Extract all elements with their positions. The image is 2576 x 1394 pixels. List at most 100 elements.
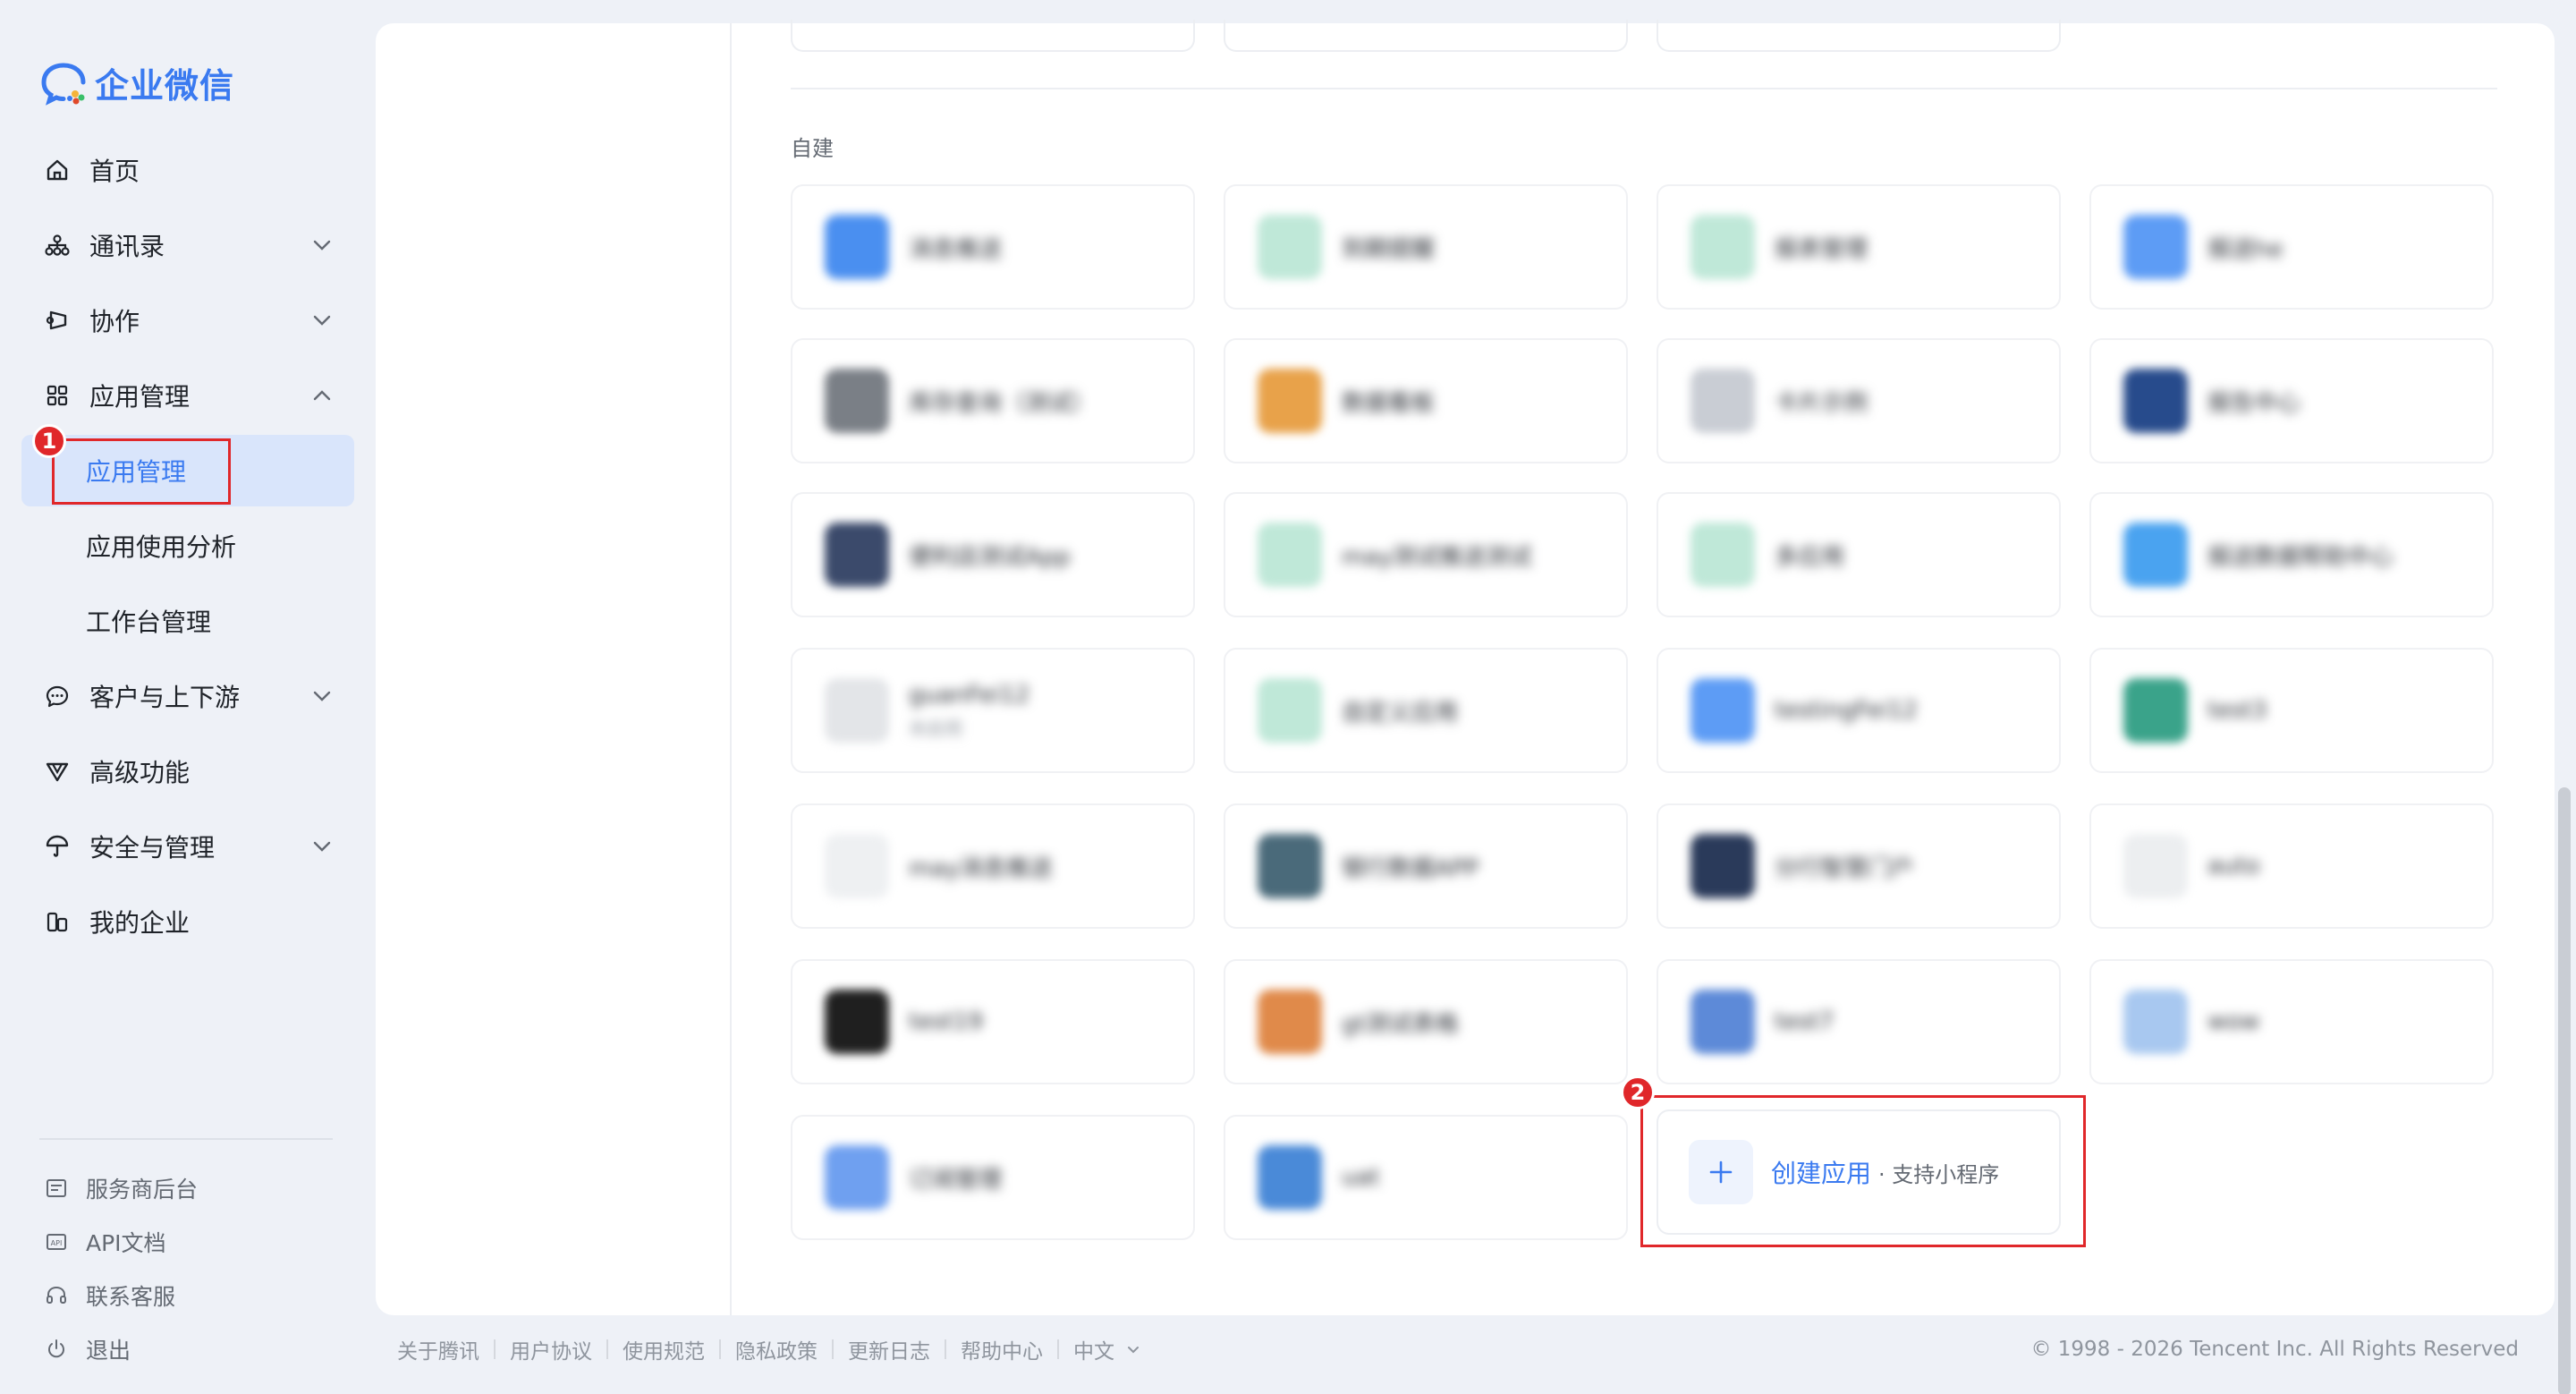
- footer-separator: [719, 1339, 721, 1359]
- power-icon: [43, 1336, 70, 1363]
- app-name: 报送he: [2207, 231, 2283, 264]
- footer-link[interactable]: 隐私政策: [735, 1334, 818, 1364]
- app-card[interactable]: 订阅管理: [791, 1115, 1195, 1240]
- app-card[interactable]: 银行数据APP: [1224, 803, 1628, 929]
- app-name: auto: [2207, 853, 2260, 880]
- app-icon: [1258, 678, 1322, 743]
- app-icon: [825, 990, 889, 1054]
- footer-link[interactable]: 使用规范: [623, 1334, 705, 1364]
- sidebar-item-app-management[interactable]: 应用管理: [21, 360, 354, 431]
- app-icon: [825, 523, 889, 587]
- app-name-text: testingFei12: [1775, 697, 1918, 724]
- sidebar-item-collab[interactable]: 协作: [21, 285, 354, 356]
- app-card[interactable]: auto: [2089, 803, 2494, 929]
- app-card[interactable]: 报送he: [2089, 184, 2494, 310]
- app-icon: [825, 678, 889, 743]
- app-name: 分行智慧门户: [1775, 850, 1914, 883]
- sidebar-subitem-workbench-management[interactable]: 工作台管理: [21, 585, 354, 657]
- app-card[interactable]: may测试推送测试: [1224, 492, 1628, 617]
- app-card[interactable]: 库存查询（测试）: [791, 338, 1195, 463]
- app-icon: [2123, 834, 2188, 898]
- app-name: 便利店测试App: [909, 539, 1071, 572]
- sidebar-item-label: 应用管理: [89, 382, 191, 412]
- app-card[interactable]: test3: [2089, 648, 2494, 773]
- language-selector[interactable]: 中文: [1073, 1334, 1114, 1364]
- sidebar: 企业微信 首页 通讯录 协作 应用管理 应用管理 应用使用分析 工作台管理 客户…: [0, 0, 376, 1394]
- sidebar-link-logout[interactable]: 退出: [21, 1322, 354, 1376]
- sidebar-link-customer-service[interactable]: 联系客服: [21, 1269, 354, 1322]
- app-name: 报表管理: [1775, 231, 1868, 264]
- app-icon: [825, 215, 889, 279]
- app-card-partial[interactable]: [791, 20, 1195, 52]
- app-card[interactable]: 报送数据帮助中心: [2089, 492, 2494, 617]
- app-name-text: may测试推送测试: [1342, 543, 1532, 571]
- home-icon: [43, 156, 72, 184]
- app-name-text: test3: [2207, 697, 2267, 724]
- footer-separator: [1057, 1339, 1059, 1359]
- sidebar-item-my-enterprise[interactable]: 我的企业: [21, 886, 354, 957]
- brand-logo[interactable]: 企业微信: [39, 57, 234, 107]
- chevron-down-icon: [313, 841, 331, 852]
- app-card[interactable]: wow: [2089, 959, 2494, 1084]
- app-card[interactable]: 分行智慧门户: [1657, 803, 2061, 929]
- app-icon: [2123, 215, 2188, 279]
- sidebar-divider: [39, 1138, 333, 1140]
- org-chart-icon: [43, 231, 72, 259]
- sidebar-subitem-app-usage-analysis[interactable]: 应用使用分析: [21, 510, 354, 582]
- app-card[interactable]: 报表管理: [1657, 184, 2061, 310]
- app-card-partial[interactable]: [1224, 20, 1628, 52]
- app-card[interactable]: 消息推送: [791, 184, 1195, 310]
- app-name-text: test7: [1775, 1008, 1835, 1035]
- sidebar-nav: 首页 通讯录 协作 应用管理 应用管理 应用使用分析 工作台管理 客户与上下游 …: [21, 134, 354, 961]
- app-card[interactable]: guanFei12 未启用: [791, 648, 1195, 773]
- chevron-down-icon[interactable]: [1125, 1341, 1141, 1357]
- footer-link[interactable]: 用户协议: [510, 1334, 592, 1364]
- advanced-icon: [43, 757, 72, 786]
- sidebar-item-label: 应用使用分析: [86, 532, 237, 562]
- brand-name: 企业微信: [95, 65, 235, 106]
- footer-link[interactable]: 帮助中心: [961, 1334, 1043, 1364]
- footer-copyright: © 1998 - 2026 Tencent Inc. All Rights Re…: [2030, 1338, 2519, 1361]
- app-card[interactable]: 报告中心: [2089, 338, 2494, 463]
- app-name-text: 银行数据APP: [1342, 854, 1479, 882]
- app-card[interactable]: 便利店测试App: [791, 492, 1195, 617]
- app-card[interactable]: 卡片示例: [1657, 338, 2061, 463]
- app-icon: [1258, 369, 1322, 433]
- sidebar-link-api-docs[interactable]: API API文档: [21, 1215, 354, 1269]
- footer-separator: [494, 1339, 496, 1359]
- app-name-text: may消息推送: [909, 854, 1053, 882]
- app-icon: [1258, 1145, 1322, 1210]
- app-name-text: 多应用: [1775, 543, 1845, 571]
- sidebar-link-service-provider[interactable]: 服务商后台: [21, 1161, 354, 1215]
- main-panel: 自建 消息推送 到期提醒 报表管理 报送he 库存查询（测试） 数据看板 卡片示例 报告中心便…: [376, 20, 2555, 1315]
- app-icon: [1690, 523, 1755, 587]
- sidebar-item-label: 协作: [89, 307, 140, 336]
- app-card[interactable]: 自定义应用: [1224, 648, 1628, 773]
- page-scrollbar-thumb[interactable]: [2558, 787, 2571, 1394]
- sidebar-item-advanced[interactable]: 高级功能: [21, 735, 354, 807]
- app-name: test3: [2207, 697, 2267, 724]
- app-card[interactable]: testingFei12: [1657, 648, 2061, 773]
- app-icon: [1690, 369, 1755, 433]
- app-icon: [2123, 678, 2188, 743]
- app-name-text: 分行智慧门户: [1775, 854, 1915, 882]
- api-icon: API: [43, 1228, 70, 1255]
- app-card[interactable]: test7: [1657, 959, 2061, 1084]
- app-card-partial[interactable]: [1657, 20, 2061, 52]
- sidebar-item-home[interactable]: 首页: [21, 134, 354, 206]
- app-card[interactable]: 到期提醒: [1224, 184, 1628, 310]
- app-card[interactable]: test19: [791, 959, 1195, 1084]
- footer-link[interactable]: 更新日志: [848, 1334, 930, 1364]
- sidebar-item-customers[interactable]: 客户与上下游: [21, 660, 354, 732]
- app-name-text: auto: [2207, 853, 2260, 880]
- chevron-down-icon: [313, 240, 331, 251]
- app-card[interactable]: 数据看板: [1224, 338, 1628, 463]
- sidebar-item-contacts[interactable]: 通讯录: [21, 209, 354, 281]
- sidebar-item-security[interactable]: 安全与管理: [21, 811, 354, 882]
- app-card[interactable]: uat: [1224, 1115, 1628, 1240]
- app-card[interactable]: 多应用: [1657, 492, 2061, 617]
- footer-link[interactable]: 关于腾讯: [397, 1334, 479, 1364]
- app-icon: [1258, 215, 1322, 279]
- app-card[interactable]: gt测试表格: [1224, 959, 1628, 1084]
- app-card[interactable]: may消息推送: [791, 803, 1195, 929]
